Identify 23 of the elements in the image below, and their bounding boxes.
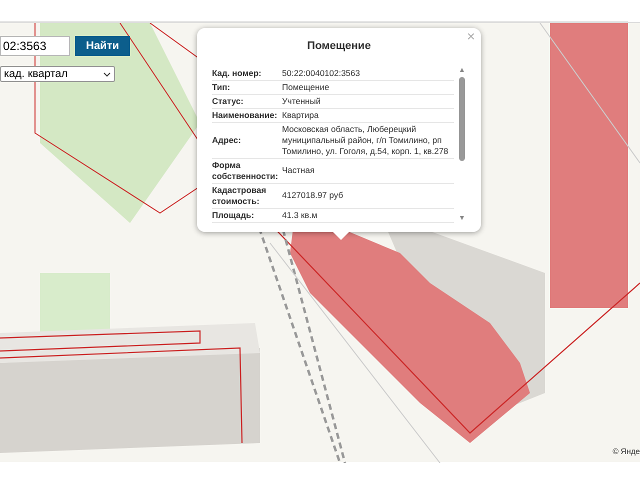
- field-value: Учтенный: [282, 96, 322, 106]
- scrollbar-thumb[interactable]: [459, 76, 465, 160]
- field-value: Квартира: [282, 110, 320, 120]
- field-label: Кад. номер:: [212, 68, 262, 78]
- layer-dropdown[interactable]: кад. квартал: [0, 66, 115, 82]
- field-label: Площадь:: [212, 210, 256, 220]
- map-attribution: © Янде: [612, 446, 640, 458]
- field-label: Кадастровая стоимость:: [212, 184, 268, 206]
- field-label: Форма собственности:: [212, 160, 280, 182]
- field-value: Московская область, Люберецкий муниципальный район, г/п Томилино, рп Томилино, ул. Гоголя, д.54, корп. 1, кв.278: [282, 124, 450, 156]
- chevron-down-icon: [103, 72, 111, 76]
- field-label: Наименование:: [212, 110, 278, 120]
- field-value: 50:22:0040102:3563: [282, 68, 361, 78]
- field-label: Адрес:: [212, 134, 242, 146]
- field-value: 4127018.97 руб: [282, 190, 344, 201]
- field-label: Статус:: [212, 96, 244, 106]
- field-value: Частная: [282, 165, 316, 176]
- field-value: Помещение: [282, 82, 330, 92]
- popup-title: Помещение: [306, 39, 372, 54]
- search-button[interactable]: Найти: [75, 36, 130, 56]
- search-field[interactable]: 02:3563: [0, 36, 70, 56]
- field-label: Тип:: [212, 82, 232, 92]
- field-value: 41.3 кв.м: [282, 210, 318, 220]
